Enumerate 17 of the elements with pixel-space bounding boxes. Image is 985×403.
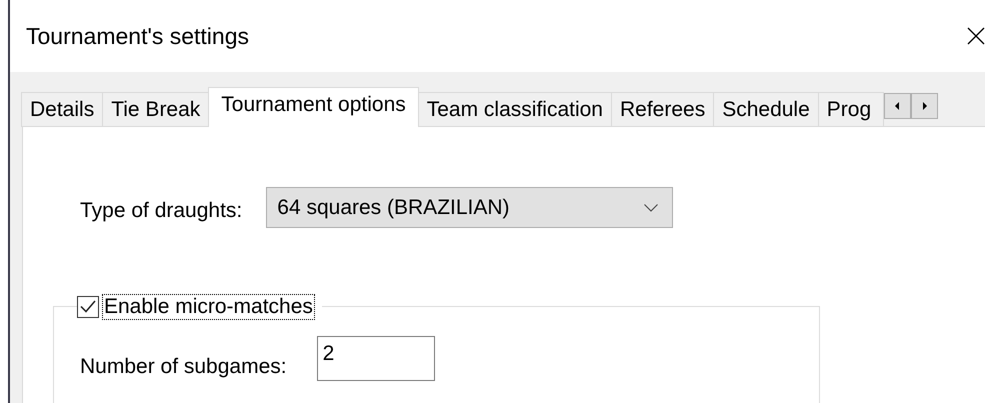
close-icon[interactable] (967, 27, 985, 45)
chevron-down-icon (644, 204, 658, 212)
tab[interactable]: Prog (818, 92, 884, 127)
tab[interactable]: Details (21, 92, 104, 127)
dropdown[interactable]: 64 squares (BRAZILIAN) (266, 187, 674, 228)
window-title: Tournament's settings (26, 22, 250, 50)
scroll-left-button[interactable] (884, 93, 911, 119)
checkbox-label[interactable]: Enable micro-matches (103, 294, 314, 318)
checkmark-icon (80, 300, 96, 313)
checkbox[interactable] (77, 296, 99, 318)
scroll-right-button[interactable] (910, 93, 938, 119)
input-field[interactable]: 2 (316, 336, 435, 381)
triangle-right-icon (922, 102, 927, 110)
tab[interactable]: Tournament options (208, 87, 419, 127)
field-label: Type of draughts: (80, 198, 242, 222)
triangle-left-icon (894, 102, 900, 110)
field-label: Number of subgames: (80, 355, 287, 379)
